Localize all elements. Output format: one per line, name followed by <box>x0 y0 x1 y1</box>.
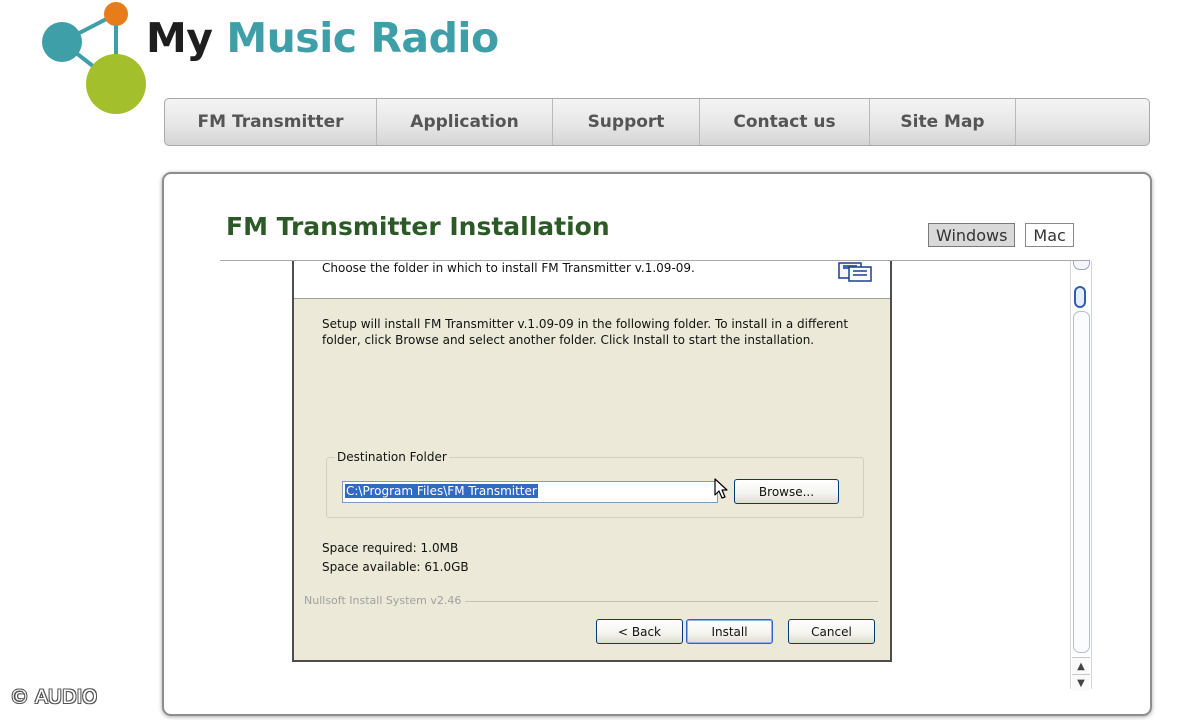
logo-wordmark: My Music Radio <box>146 14 499 62</box>
os-tabs: Windows Mac <box>928 223 1074 247</box>
branding-text: Nullsoft Install System v2.46 <box>304 594 466 607</box>
scrollbar-thumb[interactable] <box>1074 286 1086 308</box>
cancel-button[interactable]: Cancel <box>788 619 875 644</box>
nav-site-map[interactable]: Site Map <box>870 99 1016 145</box>
installer-header-text: Choose the folder in which to install FM… <box>322 261 695 275</box>
network-nodes-logo-icon <box>42 2 146 114</box>
mouse-pointer-icon <box>714 478 728 499</box>
destination-path-input[interactable]: C:\Program Files\FM Transmitter <box>342 481 718 503</box>
installer-dialog: Choose the folder in which to install FM… <box>292 261 892 662</box>
scroll-up-arrow-icon[interactable]: ▲ <box>1072 657 1090 674</box>
nav-contact-us[interactable]: Contact us <box>700 99 870 145</box>
logo-word-my: My <box>146 14 213 62</box>
space-available: Space available: 61.0GB <box>322 560 469 574</box>
tab-mac[interactable]: Mac <box>1025 223 1074 247</box>
scrollbar-track[interactable] <box>1073 311 1090 653</box>
nav-support[interactable]: Support <box>553 99 700 145</box>
nav-application[interactable]: Application <box>377 99 553 145</box>
scrollbar-top-cap <box>1073 261 1090 270</box>
install-disk-icon <box>838 262 872 282</box>
back-button[interactable]: < Back <box>596 619 683 644</box>
installer-header: Choose the folder in which to install FM… <box>294 261 890 299</box>
browse-button[interactable]: Browse... <box>734 479 839 504</box>
install-button[interactable]: Install <box>686 619 773 644</box>
destination-folder-label: Destination Folder <box>335 450 449 464</box>
vertical-scrollbar[interactable]: ▲ ▼ <box>1070 261 1092 691</box>
copyright-watermark: © AUDIO <box>10 686 98 708</box>
space-required: Space required: 1.0MB <box>322 541 459 555</box>
installer-description: Setup will install FM Transmitter v.1.09… <box>322 317 849 347</box>
tab-windows[interactable]: Windows <box>928 223 1016 247</box>
installer-branding: Nullsoft Install System v2.46 <box>304 594 878 608</box>
destination-path-value: C:\Program Files\FM Transmitter <box>345 484 538 498</box>
scroll-down-arrow-icon[interactable]: ▼ <box>1072 674 1090 691</box>
page-title: FM Transmitter Installation <box>226 212 610 241</box>
nav-fm-transmitter[interactable]: FM Transmitter <box>165 99 377 145</box>
space-info: Space required: 1.0MB Space available: 6… <box>322 539 469 577</box>
content-panel: FM Transmitter Installation Windows Mac … <box>162 172 1152 716</box>
main-navigation: FM Transmitter Application Support Conta… <box>164 98 1150 146</box>
logo-word-music-radio: Music Radio <box>226 14 499 62</box>
